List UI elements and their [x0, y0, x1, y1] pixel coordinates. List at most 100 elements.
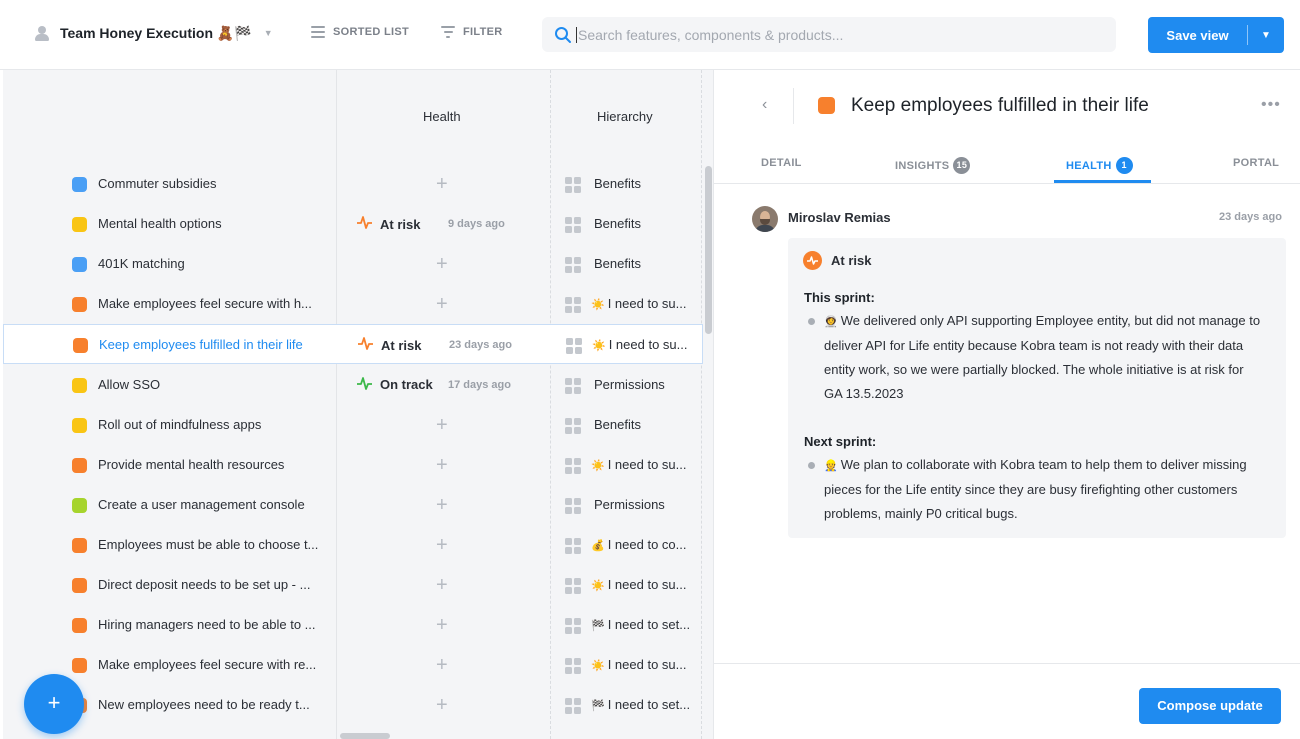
hierarchy-cell[interactable]: 💰 I need to co...: [591, 537, 686, 552]
feature-name[interactable]: 401K matching: [98, 256, 185, 271]
hierarchy-grid-icon: [565, 217, 581, 234]
hierarchy-cell[interactable]: Benefits: [591, 417, 641, 432]
bullet: [808, 462, 815, 469]
table-row[interactable]: Direct deposit needs to be set up - ... +…: [3, 565, 703, 605]
hierarchy-grid-icon: [566, 338, 582, 355]
tab-portal[interactable]: PORTAL: [1233, 157, 1279, 169]
hierarchy-cell[interactable]: Benefits: [591, 216, 641, 231]
add-health-icon[interactable]: +: [436, 293, 448, 316]
hierarchy-cell[interactable]: Permissions: [591, 377, 665, 392]
tab-insights[interactable]: INSIGHTS 15: [895, 157, 971, 174]
health-label: At risk: [381, 337, 422, 353]
add-health-icon[interactable]: +: [436, 454, 448, 477]
add-health-icon[interactable]: +: [436, 534, 448, 557]
hierarchy-cell[interactable]: Benefits: [591, 256, 641, 271]
horizontal-scrollbar[interactable]: [340, 733, 390, 739]
table-row[interactable]: Hiring managers need to be able to ... + 🏁…: [3, 605, 703, 645]
health-status[interactable]: At risk 9 days ago: [356, 216, 505, 232]
hierarchy-grid-icon: [565, 618, 581, 635]
table-row[interactable]: Keep employees fulfilled in their life At…: [3, 324, 703, 365]
table-row[interactable]: Provide mental health resources + ☀️ I need…: [3, 445, 703, 485]
hierarchy-cell[interactable]: Benefits: [591, 176, 641, 191]
feature-name[interactable]: Commuter subsidies: [98, 176, 217, 191]
filter-button[interactable]: FILTER: [441, 26, 502, 38]
table-row[interactable]: Commuter subsidies + Benefits: [3, 164, 703, 204]
status-badge: At risk: [803, 251, 871, 270]
feature-name[interactable]: Hiring managers need to be able to ...: [98, 617, 316, 632]
feature-name[interactable]: New employees need to be ready t...: [98, 697, 310, 712]
feature-status-swatch: [72, 177, 87, 192]
hierarchy-cell[interactable]: ☀️ I need to su...: [591, 296, 686, 311]
tab-detail[interactable]: DETAIL: [761, 157, 802, 169]
add-health-icon[interactable]: +: [436, 614, 448, 637]
detail-footer: Compose update: [714, 663, 1300, 739]
table-row[interactable]: Create a user management console + Permiss…: [3, 485, 703, 525]
add-health-icon[interactable]: +: [436, 654, 448, 677]
health-age: 9 days ago: [448, 218, 505, 231]
detail-title: Keep employees fulfilled in their life: [851, 95, 1149, 116]
health-status[interactable]: On track 17 days ago: [356, 376, 511, 393]
more-options-icon[interactable]: •••: [1261, 96, 1281, 114]
add-health-icon[interactable]: +: [436, 694, 448, 717]
feature-status-swatch: [72, 257, 87, 273]
vertical-scrollbar[interactable]: [705, 166, 712, 334]
hierarchy-grid-icon: [565, 457, 581, 474]
column-header-hierarchy[interactable]: Hierarchy: [597, 109, 653, 124]
feature-name[interactable]: Create a user management console: [98, 497, 305, 512]
view-selector[interactable]: Team Honey Execution 🧸🏁 ▼: [34, 24, 273, 42]
feature-name[interactable]: Employees must be able to choose t...: [98, 537, 318, 552]
add-health-icon[interactable]: +: [436, 173, 448, 196]
feature-name[interactable]: Mental health options: [98, 216, 222, 231]
hierarchy-cell[interactable]: Permissions: [591, 497, 665, 512]
table-row[interactable]: Make employees feel secure with re... + ☀️…: [3, 645, 703, 685]
search-bar[interactable]: [542, 17, 1116, 52]
next-sprint-heading: Next sprint:: [804, 434, 877, 449]
column-header-health[interactable]: Health: [423, 109, 461, 124]
sorted-list-button[interactable]: SORTED LIST: [311, 26, 409, 38]
add-health-icon[interactable]: +: [436, 494, 448, 517]
hierarchy-grid-icon: [565, 698, 581, 715]
save-view-button[interactable]: Save view ▼: [1148, 17, 1284, 53]
feature-status-swatch: [72, 417, 87, 433]
compose-update-button[interactable]: Compose update: [1139, 688, 1281, 724]
hierarchy-grid-icon: [565, 297, 581, 314]
team-icon: [34, 24, 52, 42]
feature-name[interactable]: Direct deposit needs to be set up - ...: [98, 577, 310, 592]
table-row[interactable]: Employees must be able to choose t... + 💰 I…: [3, 525, 703, 565]
hierarchy-cell[interactable]: ☀️ I need to su...: [592, 337, 687, 352]
hierarchy-cell[interactable]: 🏁 I need to set...: [591, 617, 690, 632]
table-row[interactable]: Allow SSO On track 17 days ago Permissions: [3, 365, 703, 405]
feature-status-swatch: [72, 658, 87, 674]
table-row[interactable]: Make employees feel secure with h... + ☀️ I…: [3, 284, 703, 324]
hierarchy-cell[interactable]: ☀️ I need to su...: [591, 577, 686, 592]
filter-icon: [441, 26, 455, 38]
feature-name[interactable]: Allow SSO: [98, 377, 160, 392]
table-row[interactable]: New employees need to be ready t... + 🏁 I n…: [3, 685, 703, 725]
hierarchy-cell[interactable]: ☀️ I need to su...: [591, 657, 686, 672]
tab-health[interactable]: HEALTH 1: [1066, 157, 1133, 174]
filter-label: FILTER: [463, 26, 503, 38]
feature-name[interactable]: Make employees feel secure with re...: [98, 657, 316, 672]
hierarchy-cell[interactable]: 🏁 I need to set...: [591, 697, 690, 712]
add-health-icon[interactable]: +: [436, 253, 448, 276]
feature-name[interactable]: Keep employees fulfilled in their life: [99, 337, 303, 352]
table-row[interactable]: Roll out of mindfulness apps + Benefits: [3, 405, 703, 445]
author-name: Miroslav Remias: [788, 210, 891, 225]
on-track-icon: [356, 376, 380, 393]
back-chevron-icon[interactable]: ‹: [762, 96, 767, 114]
feature-name[interactable]: Provide mental health resources: [98, 457, 284, 472]
feature-status-swatch: [72, 537, 87, 553]
table-row[interactable]: 401K matching + Benefits: [3, 244, 703, 284]
search-input[interactable]: [576, 26, 1096, 43]
health-status[interactable]: At risk 23 days ago: [357, 337, 512, 353]
hierarchy-grid-icon: [565, 177, 581, 193]
feature-name[interactable]: Roll out of mindfulness apps: [98, 417, 261, 432]
add-button[interactable]: +: [24, 674, 84, 734]
feature-status-swatch: [72, 457, 87, 473]
hierarchy-cell[interactable]: ☀️ I need to su...: [591, 457, 686, 472]
add-health-icon[interactable]: +: [436, 414, 448, 437]
chevron-down-icon[interactable]: ▼: [1248, 30, 1284, 41]
table-row[interactable]: Mental health options At risk 9 days ago Be…: [3, 204, 703, 244]
feature-name[interactable]: Make employees feel secure with h...: [98, 296, 312, 311]
add-health-icon[interactable]: +: [436, 574, 448, 597]
